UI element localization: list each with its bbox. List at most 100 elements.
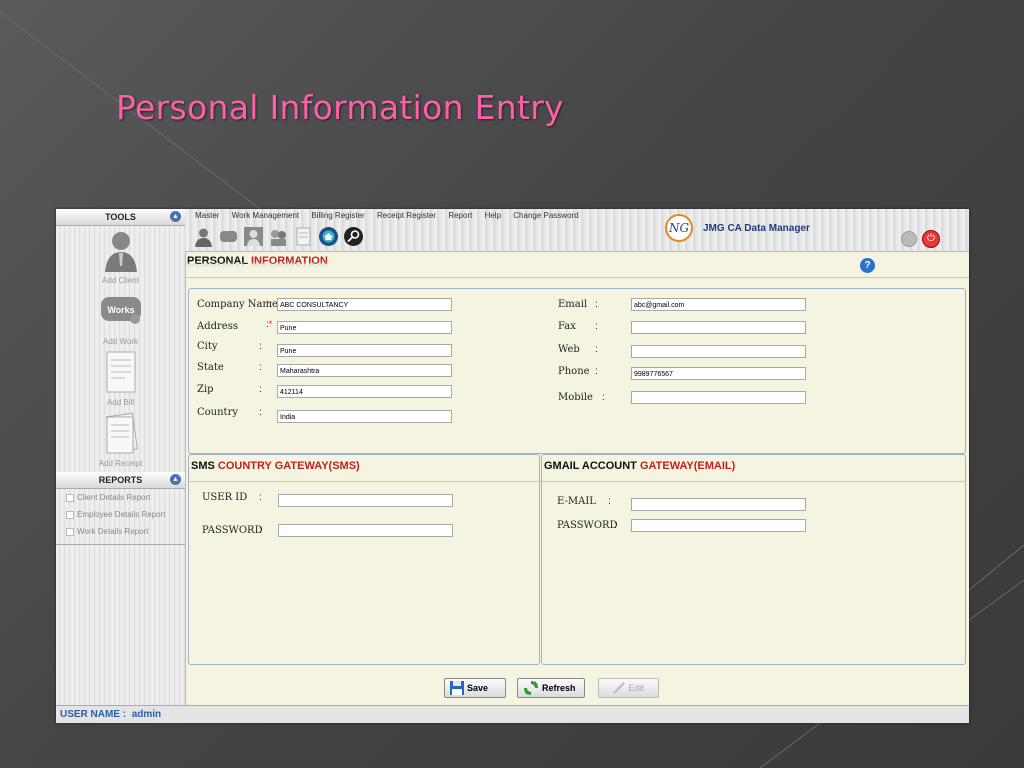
- works-badge-text: Works: [107, 305, 134, 315]
- gmail-password-input[interactable]: [631, 519, 806, 532]
- sms-title-red: COUNTRY GATEWAY(SMS): [217, 460, 360, 472]
- report-client-details[interactable]: Client Details Report: [56, 489, 185, 506]
- company-name-input[interactable]: ABC CONSULTANCY: [277, 298, 452, 311]
- fax-label: Fax: [558, 321, 576, 332]
- report-work-details[interactable]: Work Details Report: [56, 523, 185, 540]
- status-bar: USER NAME : admin: [56, 705, 969, 723]
- user-name-value: admin: [131, 709, 162, 720]
- report-label: Employee Details Report: [77, 510, 166, 519]
- colon: *:: [266, 299, 273, 310]
- sms-userid-input[interactable]: [278, 494, 453, 507]
- report-label: Work Details Report: [77, 527, 149, 536]
- required-mark: *: [266, 299, 270, 309]
- brand-logo-icon: NG: [665, 214, 693, 242]
- phone-label: Phone: [558, 366, 590, 377]
- colon: :: [614, 520, 617, 531]
- colon: :*: [266, 319, 273, 330]
- tools-header-label: TOOLS: [105, 212, 136, 222]
- app-window: TOOLS ▲ Add Client Works Add Work Add Bi…: [56, 209, 969, 723]
- collapse-reports-icon[interactable]: ▲: [170, 474, 181, 485]
- works-toolbar-icon[interactable]: [218, 226, 239, 247]
- page-title-reflection: PERSONAL INFORMATION: [187, 261, 328, 267]
- sms-gateway-title: SMS COUNTRY GATEWAY(SMS): [191, 460, 360, 472]
- menu-report[interactable]: Report: [448, 211, 472, 220]
- zip-input[interactable]: 412114: [277, 385, 452, 398]
- help-icon[interactable]: ?: [860, 258, 875, 273]
- mobile-label: Mobile: [558, 392, 593, 403]
- country-input[interactable]: India: [277, 410, 452, 423]
- employee-toolbar-icon[interactable]: [243, 226, 264, 247]
- gmail-gateway-box: GMAIL ACCOUNT GATEWAY(EMAIL) E-MAIL : PA…: [541, 454, 966, 665]
- colon: :: [602, 392, 605, 403]
- mobile-input[interactable]: [631, 391, 806, 404]
- gmail-divider: [542, 481, 965, 482]
- tool-add-receipt[interactable]: Add Receipt: [56, 409, 185, 470]
- menu-work-management[interactable]: Work Management: [232, 211, 299, 220]
- report-employee-details[interactable]: Employee Details Report: [56, 506, 185, 523]
- tool-label: Add Receipt: [98, 459, 143, 468]
- refresh-button-label: Refresh: [542, 683, 576, 693]
- city-input[interactable]: Pune: [277, 344, 452, 357]
- menu-help[interactable]: Help: [485, 211, 501, 220]
- state-input[interactable]: Maharashtra: [277, 364, 452, 377]
- menu-receipt-register[interactable]: Receipt Register: [377, 211, 436, 220]
- colon: :: [595, 366, 598, 377]
- client-icon: [104, 232, 137, 272]
- menu-change-password[interactable]: Change Password: [513, 211, 578, 220]
- tool-add-client[interactable]: Add Client: [56, 226, 185, 287]
- email-input[interactable]: abc@gmail.com: [631, 298, 806, 311]
- user-name-label: USER NAME :: [60, 709, 127, 720]
- client-toolbar-icon[interactable]: [193, 226, 214, 247]
- tool-add-bill[interactable]: Add Bill: [56, 348, 185, 409]
- tool-add-work[interactable]: Works Add Work: [56, 287, 185, 348]
- address-input[interactable]: Pune: [277, 321, 452, 334]
- brand: NG JMG CA Data Manager: [665, 214, 810, 242]
- colon: :: [259, 341, 262, 352]
- city-label: City: [197, 341, 218, 352]
- edit-button[interactable]: Edit: [598, 678, 659, 698]
- menu-bar: Master Work Management Billing Register …: [195, 211, 589, 220]
- receipt-icon: [105, 412, 138, 454]
- phone-input[interactable]: 9989776567: [631, 367, 806, 380]
- content-area: PERSONAL INFORMATION PERSONAL INFORMATIO…: [185, 251, 969, 705]
- tool-label: Add Work: [103, 337, 138, 346]
- web-input[interactable]: [631, 345, 806, 358]
- power-close-icon[interactable]: ⏻: [922, 230, 940, 248]
- save-button[interactable]: Save: [444, 678, 506, 698]
- report-doc-icon: [66, 510, 74, 519]
- group-toolbar-icon[interactable]: [268, 226, 289, 247]
- colon: :: [259, 525, 262, 536]
- colon: :: [595, 321, 598, 332]
- document-toolbar-icon[interactable]: [293, 226, 314, 247]
- menu-billing-register[interactable]: Billing Register: [311, 211, 364, 220]
- page-title-reflection-red: INFORMATION: [250, 261, 328, 267]
- country-label: Country: [197, 407, 239, 418]
- key-icon[interactable]: [343, 226, 364, 247]
- tool-label: Add Client: [102, 276, 139, 285]
- colon: :: [608, 496, 611, 507]
- sms-password-input[interactable]: [278, 524, 453, 537]
- toolbar: [193, 226, 364, 247]
- refresh-button[interactable]: Refresh: [517, 678, 585, 698]
- refresh-icon: [524, 681, 538, 695]
- personal-info-box: Company Name *: ABC CONSULTANCY Address …: [188, 288, 966, 454]
- gmail-title-red: GATEWAY(EMAIL): [639, 460, 736, 472]
- gmail-email-input[interactable]: [631, 498, 806, 511]
- gmail-email-label: E-MAIL: [557, 496, 596, 507]
- menu-master[interactable]: Master: [195, 211, 219, 220]
- report-label: Client Details Report: [77, 493, 151, 502]
- bill-icon: [106, 351, 135, 393]
- state-label: State: [197, 362, 224, 373]
- collapse-tools-icon[interactable]: ▲: [170, 211, 181, 222]
- tools-panel: TOOLS ▲ Add Client Works Add Work Add Bi…: [56, 209, 186, 705]
- save-button-label: Save: [467, 683, 489, 693]
- sms-title-bold: SMS: [191, 460, 215, 472]
- minimize-icon[interactable]: [901, 231, 917, 247]
- header-divider: [185, 277, 969, 278]
- colon: :: [259, 492, 262, 503]
- fax-input[interactable]: [631, 321, 806, 334]
- sms-userid-label: USER ID: [202, 492, 248, 503]
- home-icon[interactable]: [318, 226, 339, 247]
- top-bar: Master Work Management Billing Register …: [185, 209, 969, 252]
- floppy-icon: [450, 681, 464, 695]
